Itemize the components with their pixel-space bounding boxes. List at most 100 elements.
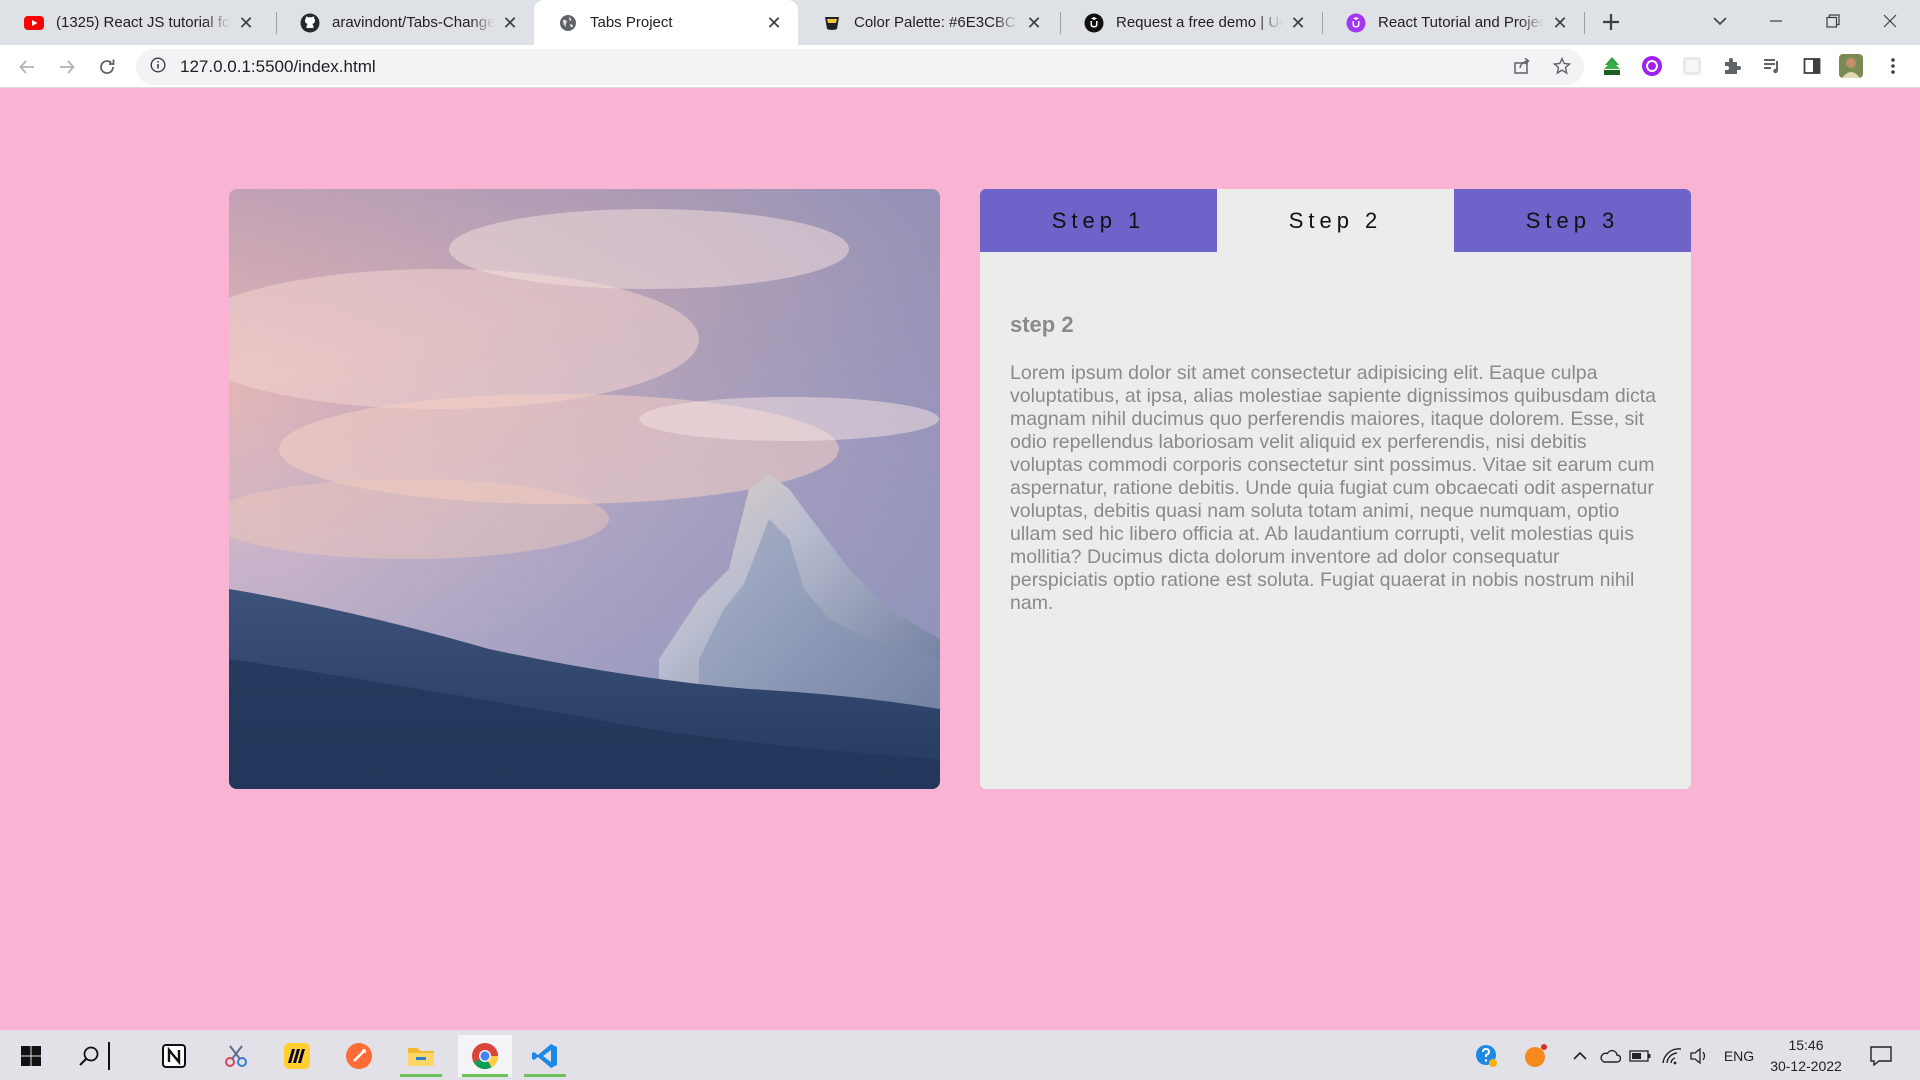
tab-step-1[interactable]: Step 1 [980, 189, 1217, 252]
tab-title: Tabs Project [590, 14, 673, 31]
windows-icon [21, 1046, 41, 1066]
battery-icon [1629, 1050, 1651, 1062]
help-tray-button[interactable] [1474, 1044, 1500, 1068]
orange-app-icon [1525, 1044, 1547, 1067]
profile-avatar[interactable] [1838, 53, 1864, 79]
miro-icon [284, 1043, 310, 1069]
language-indicator[interactable]: ENG [1720, 1044, 1758, 1068]
volume-indicator[interactable] [1688, 1044, 1710, 1068]
tab-content: step 2 Lorem ipsum dolor sit amet consec… [980, 252, 1691, 615]
notion-icon [162, 1044, 186, 1068]
reload-button[interactable] [91, 51, 123, 83]
side-panel-button[interactable] [1799, 53, 1825, 79]
tab-title: aravindont/Tabs-Change-App [332, 14, 494, 31]
folder-icon [408, 1048, 434, 1066]
close-icon[interactable]: ✕ [1550, 13, 1570, 33]
close-icon [1883, 14, 1897, 28]
url-text[interactable]: 127.0.0.1:5500/index.html [180, 57, 376, 77]
browser-tab-tabs-project[interactable]: Tabs Project ✕ [534, 0, 798, 45]
forward-arrow-icon [60, 60, 75, 74]
html-extension-icon [1604, 57, 1620, 75]
battery-indicator[interactable] [1628, 1044, 1652, 1068]
scissors-icon [225, 1045, 247, 1067]
speaker-icon [1690, 1047, 1706, 1065]
restore-button[interactable] [1813, 6, 1853, 36]
close-icon[interactable]: ✕ [1024, 13, 1044, 33]
chrome-app[interactable] [458, 1035, 512, 1077]
info-icon[interactable] [150, 56, 166, 78]
kebab-menu-icon [1891, 58, 1895, 74]
udemy-purple-icon [1346, 13, 1366, 33]
chevron-down-icon [1713, 17, 1727, 26]
wifi-icon [1662, 1048, 1682, 1065]
playlist-icon [1764, 59, 1778, 74]
gray-extension-icon [1683, 57, 1701, 75]
postman-app[interactable] [334, 1035, 384, 1077]
browser-toolbar: 127.0.0.1:5500/index.html [0, 45, 1920, 88]
restore-icon [1826, 14, 1840, 28]
side-panel-icon [1803, 58, 1821, 74]
wifi-indicator[interactable] [1660, 1044, 1684, 1068]
share-button[interactable] [1509, 53, 1535, 79]
purple-extension-button[interactable] [1639, 53, 1665, 79]
task-view-icon [108, 1042, 110, 1070]
plus-icon [1603, 14, 1619, 30]
file-explorer-app[interactable] [396, 1035, 446, 1077]
browser-tab-youtube[interactable]: (1325) React JS tutorial for beginners ✕ [0, 0, 270, 45]
tab-buttons: Step 1 Step 2 Step 3 [980, 189, 1691, 252]
globe-icon [558, 13, 578, 33]
snipping-tool-app[interactable] [211, 1035, 261, 1077]
minimize-button[interactable] [1756, 6, 1796, 36]
palette-icon [822, 13, 842, 33]
help-icon [1476, 1045, 1497, 1067]
chrome-icon [472, 1043, 499, 1070]
close-icon[interactable]: ✕ [1288, 13, 1308, 33]
notification-icon [1870, 1046, 1892, 1066]
avatar-icon [1839, 54, 1863, 78]
tab-separator [1584, 12, 1585, 34]
tab-title: (1325) React JS tutorial for beginners [56, 14, 230, 31]
task-view-button[interactable] [102, 1035, 116, 1077]
forward-button[interactable] [51, 51, 83, 83]
notifications-button[interactable] [1866, 1044, 1896, 1068]
close-icon[interactable]: ✕ [764, 13, 784, 33]
github-icon [300, 13, 320, 33]
browser-tab-udemy-demo[interactable]: Request a free demo | Udemy ✕ [1060, 0, 1322, 45]
orange-tray-app[interactable] [1523, 1044, 1549, 1068]
gray-extension-button[interactable] [1679, 53, 1705, 79]
close-window-button[interactable] [1870, 6, 1910, 36]
browser-tab-github[interactable]: aravindont/Tabs-Change-App ✕ [276, 0, 534, 45]
reload-icon [100, 59, 115, 74]
youtube-icon [24, 13, 44, 33]
extensions-button[interactable] [1719, 53, 1745, 79]
tabs-card: Step 1 Step 2 Step 3 step 2 Lorem ipsum … [980, 189, 1691, 789]
html-extension-button[interactable] [1599, 53, 1625, 79]
search-icon [79, 1046, 99, 1066]
vscode-app[interactable] [520, 1035, 570, 1077]
start-button[interactable] [6, 1035, 56, 1077]
browser-tab-color-palette[interactable]: Color Palette: #6E3CBC #7267CB ✕ [798, 0, 1058, 45]
purple-extension-icon [1642, 56, 1662, 76]
new-tab-button[interactable] [1596, 8, 1626, 38]
onedrive-button[interactable] [1598, 1044, 1622, 1068]
minimize-icon [1770, 20, 1782, 22]
system-clock[interactable]: 15:46 30-12-2022 [1764, 1035, 1848, 1077]
media-control-button[interactable] [1759, 53, 1785, 79]
back-button[interactable] [11, 51, 43, 83]
tab-step-3[interactable]: Step 3 [1454, 189, 1691, 252]
mountain-image [229, 189, 940, 789]
close-icon[interactable]: ✕ [500, 13, 520, 33]
tab-step-2[interactable]: Step 2 [1217, 189, 1454, 252]
address-bar[interactable]: 127.0.0.1:5500/index.html [136, 49, 1584, 85]
content-title: step 2 [1010, 312, 1074, 337]
browser-tab-react-tutorial[interactable]: React Tutorial and Projects ✕ [1322, 0, 1584, 45]
tab-search-button[interactable] [1700, 6, 1740, 36]
puzzle-icon [1725, 58, 1741, 74]
back-arrow-icon [19, 60, 34, 74]
close-icon[interactable]: ✕ [236, 13, 256, 33]
show-hidden-icons-button[interactable] [1570, 1044, 1590, 1068]
notion-app[interactable] [149, 1035, 199, 1077]
bookmark-button[interactable] [1549, 53, 1575, 79]
miro-app[interactable] [272, 1035, 322, 1077]
chrome-menu-button[interactable] [1880, 53, 1906, 79]
